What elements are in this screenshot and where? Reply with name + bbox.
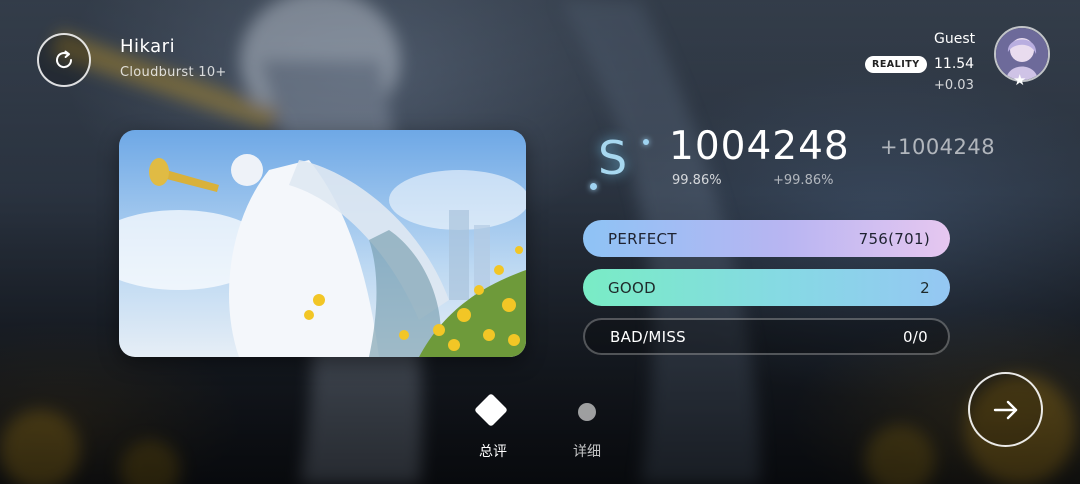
rank-decoration [590, 183, 597, 190]
result-screen: Hikari Cloudburst 10+ Guest REALITY 11.5… [0, 0, 1080, 484]
retry-button[interactable] [37, 33, 91, 87]
perfect-value: 756(701) [858, 229, 930, 248]
accuracy-delta: +99.86% [773, 173, 834, 188]
bad-miss-count-bar: BAD/MISS 0/0 [583, 318, 950, 355]
player-name: Guest [934, 31, 976, 47]
star-icon: ★ [1013, 71, 1027, 89]
good-value: 2 [920, 278, 930, 297]
bad-miss-label: BAD/MISS [610, 327, 686, 346]
player-rks: 11.54 [934, 56, 975, 72]
next-button[interactable] [968, 372, 1043, 447]
rank-decoration [643, 139, 649, 145]
tab-detail[interactable]: 详细 [573, 441, 601, 461]
rks-badge: REALITY [865, 56, 927, 73]
good-label: GOOD [608, 278, 656, 297]
score: 1004248 [669, 124, 850, 169]
perfect-label: PERFECT [608, 229, 677, 248]
accuracy: 99.86% [672, 173, 722, 188]
bad-miss-value: 0/0 [902, 327, 928, 346]
perfect-count-bar: PERFECT 756(701) [583, 220, 950, 257]
song-illustration [119, 130, 526, 357]
good-count-bar: GOOD 2 [583, 269, 950, 306]
song-difficulty: Cloudburst 10+ [120, 65, 227, 80]
tab-summary[interactable]: 总评 [479, 441, 507, 461]
player-rks-delta: +0.03 [934, 78, 974, 93]
score-delta: +1004248 [880, 135, 996, 159]
tab-detail-icon[interactable] [578, 403, 596, 421]
arrow-right-icon [993, 400, 1017, 419]
rank-letter: S [598, 131, 628, 185]
retry-icon [56, 50, 73, 69]
song-title: Hikari [120, 36, 176, 57]
